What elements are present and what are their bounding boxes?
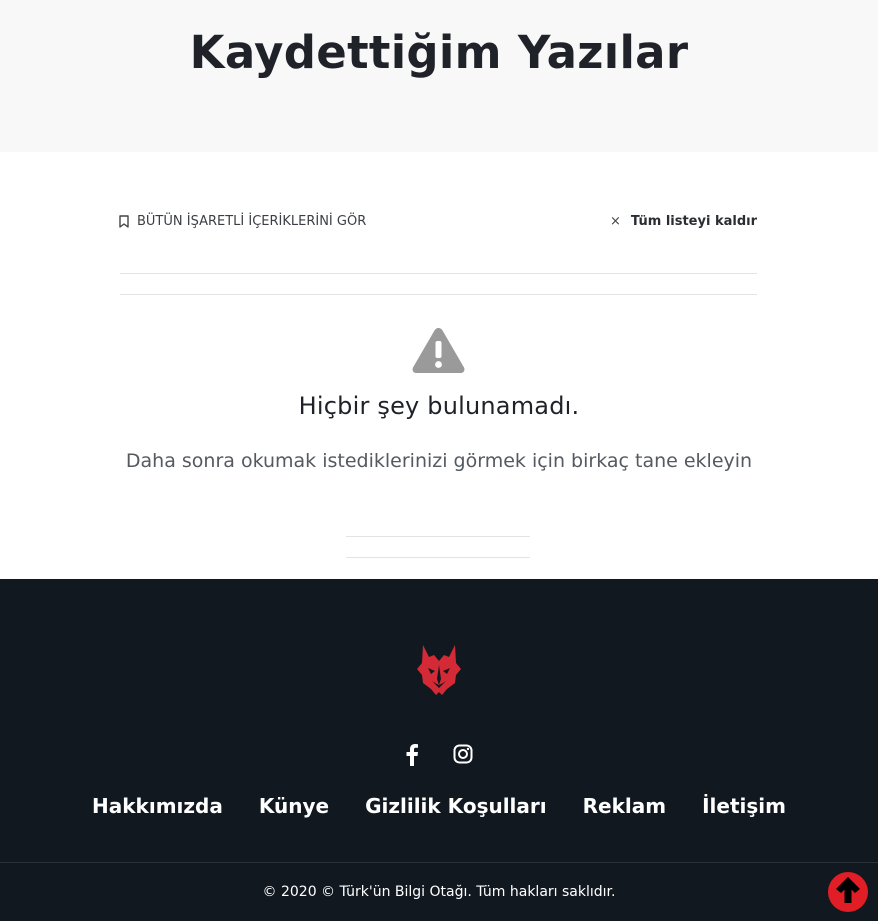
divider <box>120 294 757 295</box>
see-all-bookmarks-label: BÜTÜN İŞARETLİ İÇERİKLERİNİ GÖR <box>137 214 367 229</box>
footer-link-iletisim[interactable]: İletişim <box>702 794 786 818</box>
site-footer: Hakkımızda Künye Gizlilik Koşulları Rekl… <box>0 579 878 921</box>
divider <box>120 273 757 274</box>
page-title: Kaydettiğim Yazılar <box>189 26 689 79</box>
copyright-text: © 2020 © Türk'ün Bilgi Otağı. Tüm haklar… <box>262 884 616 900</box>
social-links <box>0 744 878 770</box>
page-header: Kaydettiğim Yazılar <box>0 0 878 152</box>
warning-icon <box>411 326 466 379</box>
empty-state-title: Hiçbir şey bulunamadı. <box>298 392 580 420</box>
footer-nav: Hakkımızda Künye Gizlilik Koşulları Rekl… <box>0 794 878 818</box>
footer-link-hakkimizda[interactable]: Hakkımızda <box>92 794 223 818</box>
footer-divider <box>0 862 878 863</box>
empty-state-subtitle: Daha sonra okumak istediklerinizi görmek… <box>125 450 753 472</box>
remove-all-label: Tüm listeyi kaldır <box>630 214 757 229</box>
facebook-icon[interactable] <box>405 744 419 770</box>
arrow-up-icon <box>834 875 862 909</box>
see-all-bookmarks-link[interactable]: BÜTÜN İŞARETLİ İÇERİKLERİNİ GÖR <box>119 214 366 229</box>
footer-link-gizlilik[interactable]: Gizlilik Koşulları <box>365 794 547 818</box>
wolf-head-logo[interactable] <box>415 643 463 701</box>
bookmark-icon <box>119 215 129 228</box>
close-icon: × <box>609 214 621 229</box>
instagram-icon[interactable] <box>453 744 473 770</box>
scroll-to-top-button[interactable] <box>828 872 868 912</box>
divider <box>346 557 530 558</box>
footer-link-reklam[interactable]: Reklam <box>583 794 666 818</box>
divider <box>346 536 530 537</box>
footer-link-kunye[interactable]: Künye <box>259 794 329 818</box>
remove-all-button[interactable]: × Tüm listeyi kaldır <box>610 214 757 229</box>
